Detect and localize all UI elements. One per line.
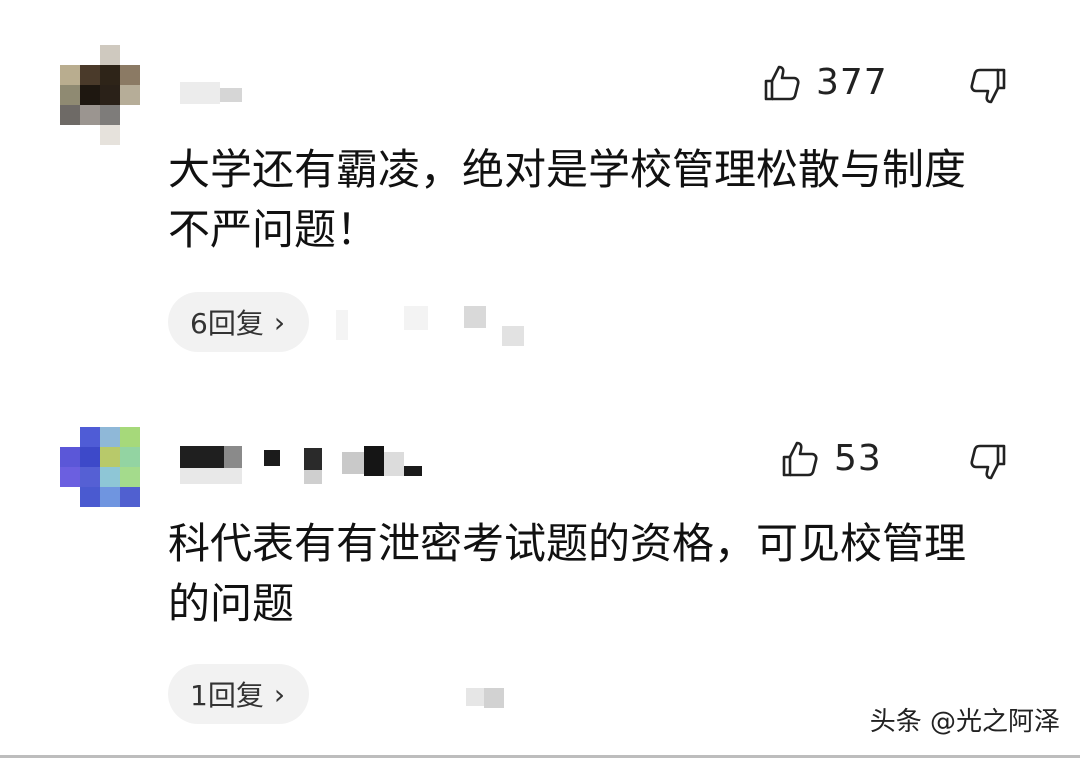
avatar-1[interactable] (60, 45, 140, 145)
like-button-1[interactable]: 377 (762, 62, 888, 103)
thumbs-up-icon (782, 441, 818, 476)
reply-label-2: 1回复 (190, 679, 264, 712)
comment-text-2-line-1: 科代表有有泄密考试题的资格，可见校管理 (168, 519, 967, 568)
thumbs-up-icon (764, 65, 800, 100)
comment-text-1-line-2: 不严问题！ (168, 205, 379, 254)
reply-button-1[interactable]: 6回复 › (168, 292, 310, 352)
thumbs-down-icon[interactable] (968, 66, 1008, 106)
watermark: 头条 @光之阿泽 (869, 707, 1060, 737)
like-count-2: 53 (834, 438, 882, 479)
comment-text-1-line-1: 大学还有霸凌，绝对是学校管理松散与制度 (168, 145, 967, 194)
reply-button-2[interactable]: 1回复 › (168, 664, 310, 724)
chevron-right-icon: › (273, 677, 286, 711)
like-button-2[interactable]: 53 (780, 438, 882, 479)
avatar-2[interactable] (60, 427, 140, 507)
reply-label-1: 6回复 (190, 307, 264, 340)
thumbs-down-icon[interactable] (968, 442, 1008, 482)
like-count-1: 377 (816, 62, 888, 103)
comment-text-1: 大学还有霸凌，绝对是学校管理松散与制度 不严问题！ (168, 140, 1008, 260)
comment-text-2-line-2: 的问题 (168, 579, 295, 628)
comment-text-2: 科代表有有泄密考试题的资格，可见校管理 的问题 (168, 514, 1008, 634)
chevron-right-icon: › (273, 305, 286, 339)
